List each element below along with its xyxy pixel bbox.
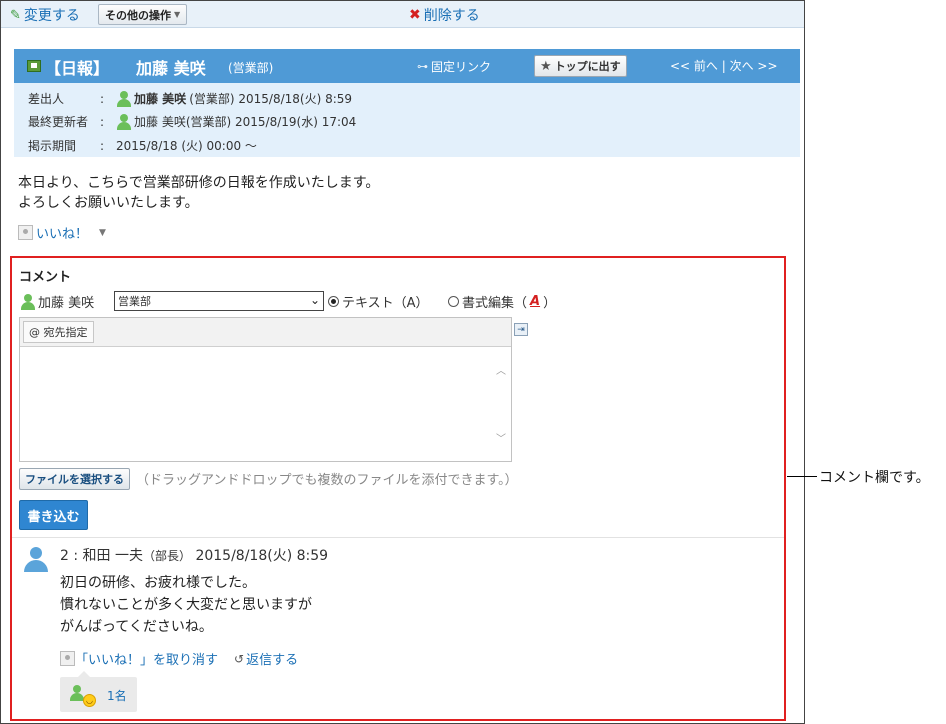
- comment-author-role: （部長）: [142, 549, 191, 563]
- updater-label: 最終更新者: [28, 115, 89, 129]
- radio-unchecked-icon: [448, 296, 459, 307]
- like-user-icon: [18, 225, 33, 240]
- comment-author: 加藤 美咲: [20, 292, 94, 311]
- like-count[interactable]: 1名: [107, 687, 127, 704]
- radio-rich-prefix: 書式編集（: [462, 296, 528, 311]
- like-label[interactable]: いいね！: [36, 223, 88, 242]
- comment-datetime: 2015/8/18(火) 8:59: [195, 548, 329, 564]
- message-meta: 差出人 : 加藤 美咲 (営業部) 2015/8/18(火) 8:59 最終更新…: [14, 83, 800, 157]
- department-select[interactable]: 営業部 ⌄: [114, 291, 324, 311]
- star-icon: ★: [540, 58, 552, 74]
- message-body: 本日より、こちらで営業部研修の日報を作成いたします。 よろしくお願いいたします。: [18, 173, 379, 213]
- meta-sender-row: 差出人 : 加藤 美咲 (営業部) 2015/8/18(火) 8:59: [28, 90, 352, 107]
- caret-down-icon: ▼: [174, 10, 181, 19]
- reply-link[interactable]: 返信する: [246, 649, 298, 668]
- expand-editor-icon[interactable]: ⇥: [514, 323, 528, 336]
- comment-actions: 「いいね！」を取り消す ↺ 返信する: [60, 649, 298, 668]
- scroll-down-icon[interactable]: ﹀: [496, 430, 506, 445]
- radio-text-label: テキスト（A）: [342, 296, 429, 311]
- callout-text: コメント欄です。: [819, 470, 930, 486]
- edit-link[interactable]: ✎ 変更する: [10, 5, 80, 25]
- report-icon: [27, 60, 41, 72]
- delete-x-icon: ✖: [409, 7, 421, 23]
- action-toolbar: ✎ 変更する その他の操作 ▼ ✖ 削除する: [1, 1, 804, 28]
- period-value: 2015/8/18 (火) 00:00 〜: [116, 139, 257, 153]
- comment-heading: コメント: [19, 270, 72, 285]
- radio-text-mode[interactable]: テキスト（A）: [328, 292, 429, 311]
- edit-label: 変更する: [23, 8, 80, 24]
- delete-link[interactable]: ✖ 削除する: [409, 5, 480, 25]
- sender-detail: (営業部) 2015/8/18(火) 8:59: [189, 92, 353, 106]
- comment-line: がんばってくださいね。: [60, 619, 213, 635]
- title-dept: (営業部): [228, 61, 274, 75]
- sender-label: 差出人: [28, 92, 65, 106]
- comment-author-name: 加藤 美咲: [38, 296, 95, 311]
- body-line: よろしくお願いいたします。: [18, 195, 199, 211]
- message-title-bar: 【日報】 加藤 美咲 (営業部) ⊶ 固定リンク ★ トップに出す << 前へ …: [14, 49, 800, 83]
- radio-rich-suffix: ）: [543, 296, 557, 311]
- editor-toolbar: @ 宛先指定: [20, 318, 511, 347]
- radio-checked-icon: [328, 296, 339, 307]
- submit-comment-button[interactable]: 書き込む: [19, 500, 88, 530]
- radio-rich-mode[interactable]: 書式編集（ A）: [448, 292, 556, 311]
- caret-down-icon[interactable]: ▼: [99, 228, 106, 238]
- like-summary[interactable]: ◡ 1名: [60, 671, 137, 712]
- permalink-label: 固定リンク: [431, 60, 492, 74]
- title-name: 加藤 美咲: [136, 59, 206, 78]
- updater-value: 加藤 美咲(営業部) 2015/8/19(水) 17:04: [134, 115, 357, 129]
- other-operations-button[interactable]: その他の操作 ▼: [98, 4, 188, 25]
- user-icon: [116, 113, 131, 130]
- comment-editor[interactable]: @ 宛先指定 ︿ ﹀: [19, 317, 512, 462]
- comment-header: 2 : 和田 一夫（部長） 2015/8/18(火) 8:59: [60, 545, 328, 565]
- callout-line: [787, 476, 817, 477]
- message-window: ✎ 変更する その他の操作 ▼ ✖ 削除する 【日報】 加藤 美咲 (営業部) …: [0, 0, 805, 724]
- user-icon: [20, 293, 35, 310]
- smile-icon: ◡: [83, 694, 96, 707]
- comment-line: 慣れないことが多く大変だと思いますが: [60, 597, 312, 613]
- reply-icon: ↺: [234, 651, 245, 666]
- link-chain-icon: ⊶: [417, 60, 428, 73]
- permalink[interactable]: ⊶ 固定リンク: [417, 58, 491, 75]
- comment-section: コメント 加藤 美咲 営業部 ⌄ テキスト（A） 書式編集（ A） @ 宛先指定 …: [10, 256, 786, 721]
- scroll-up-icon[interactable]: ︿: [496, 362, 506, 377]
- meta-period-row: 掲示期間 : 2015/8/18 (火) 00:00 〜: [28, 137, 257, 154]
- period-label: 掲示期間: [28, 139, 77, 153]
- file-hint: （ドラッグアンドドロップでも複数のファイルを添付できます。）: [136, 473, 518, 488]
- bring-to-top-button[interactable]: ★ トップに出す: [534, 55, 627, 77]
- divider: [12, 537, 784, 538]
- colon: :: [100, 138, 105, 153]
- colon: :: [100, 91, 105, 106]
- chevron-down-icon: ⌄: [309, 293, 320, 307]
- body-line: 本日より、こちらで営業部研修の日報を作成いたします。: [18, 175, 380, 191]
- mention-button[interactable]: @ 宛先指定: [23, 321, 94, 343]
- rich-format-a-icon: A: [530, 294, 541, 309]
- pencil-icon: ✎: [10, 7, 21, 23]
- bring-to-top-label: トップに出す: [554, 60, 621, 73]
- unlike-link[interactable]: 「いいね！」を取り消す: [75, 649, 218, 668]
- comment-body: 初日の研修、お疲れ様でした。 慣れないことが多く大変だと思いますが がんばってく…: [60, 572, 312, 638]
- sender-name[interactable]: 加藤 美咲: [134, 90, 186, 107]
- user-icon: [116, 90, 131, 107]
- like-control[interactable]: いいね！ ▼: [18, 223, 106, 242]
- colon: :: [100, 114, 105, 129]
- avatar: [24, 547, 48, 575]
- delete-label: 削除する: [423, 8, 480, 24]
- department-selected: 営業部: [118, 295, 151, 308]
- choose-file-button[interactable]: ファイルを選択する: [19, 468, 130, 490]
- comment-number-author[interactable]: 2 : 和田 一夫: [60, 548, 143, 564]
- meta-updater-row: 最終更新者 : 加藤 美咲(営業部) 2015/8/19(水) 17:04: [28, 113, 356, 130]
- prev-next-nav[interactable]: << 前へ | 次へ >>: [670, 57, 778, 74]
- editor-scrollbar[interactable]: ︿ ﹀: [493, 348, 511, 461]
- comment-line: 初日の研修、お疲れ様でした。: [60, 575, 256, 591]
- title-kind: 【日報】: [45, 59, 110, 78]
- like-user-icon: [60, 651, 75, 666]
- other-operations-label: その他の操作: [105, 8, 171, 22]
